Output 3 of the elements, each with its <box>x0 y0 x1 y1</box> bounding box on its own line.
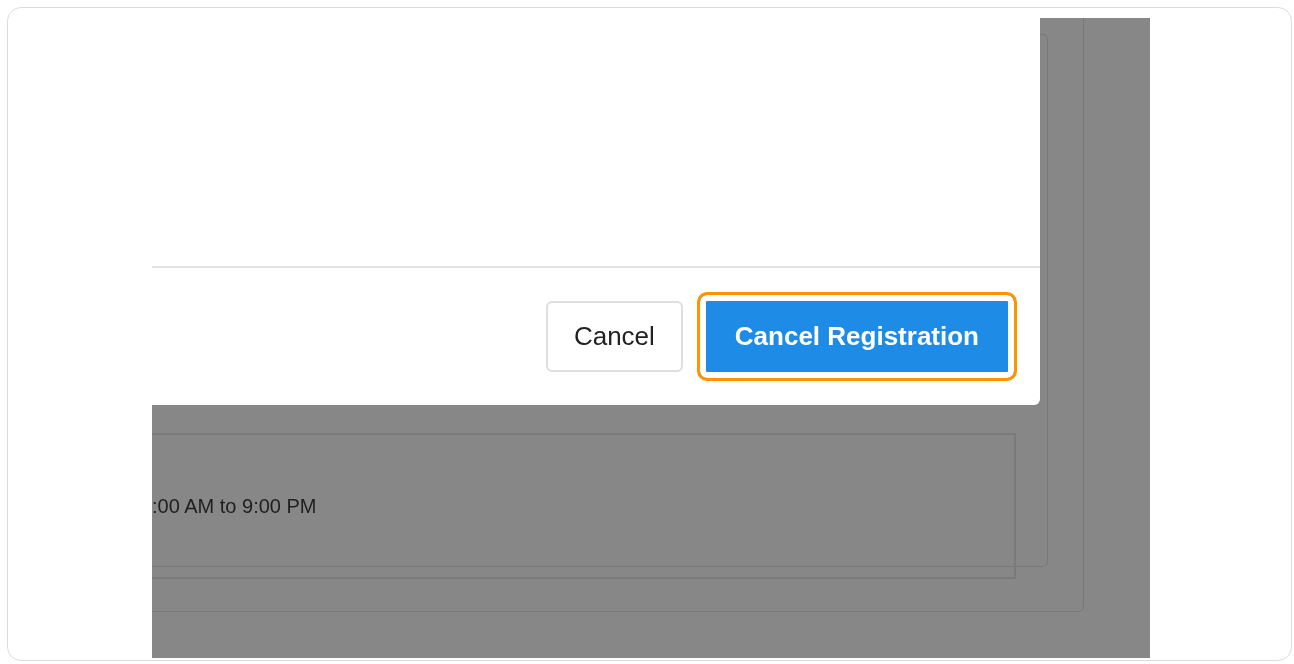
time-text: :00 AM to 9:00 PM <box>152 494 317 518</box>
cancel-registration-button[interactable]: Cancel Registration <box>696 292 1017 381</box>
cancel-button[interactable]: Cancel <box>545 301 683 372</box>
